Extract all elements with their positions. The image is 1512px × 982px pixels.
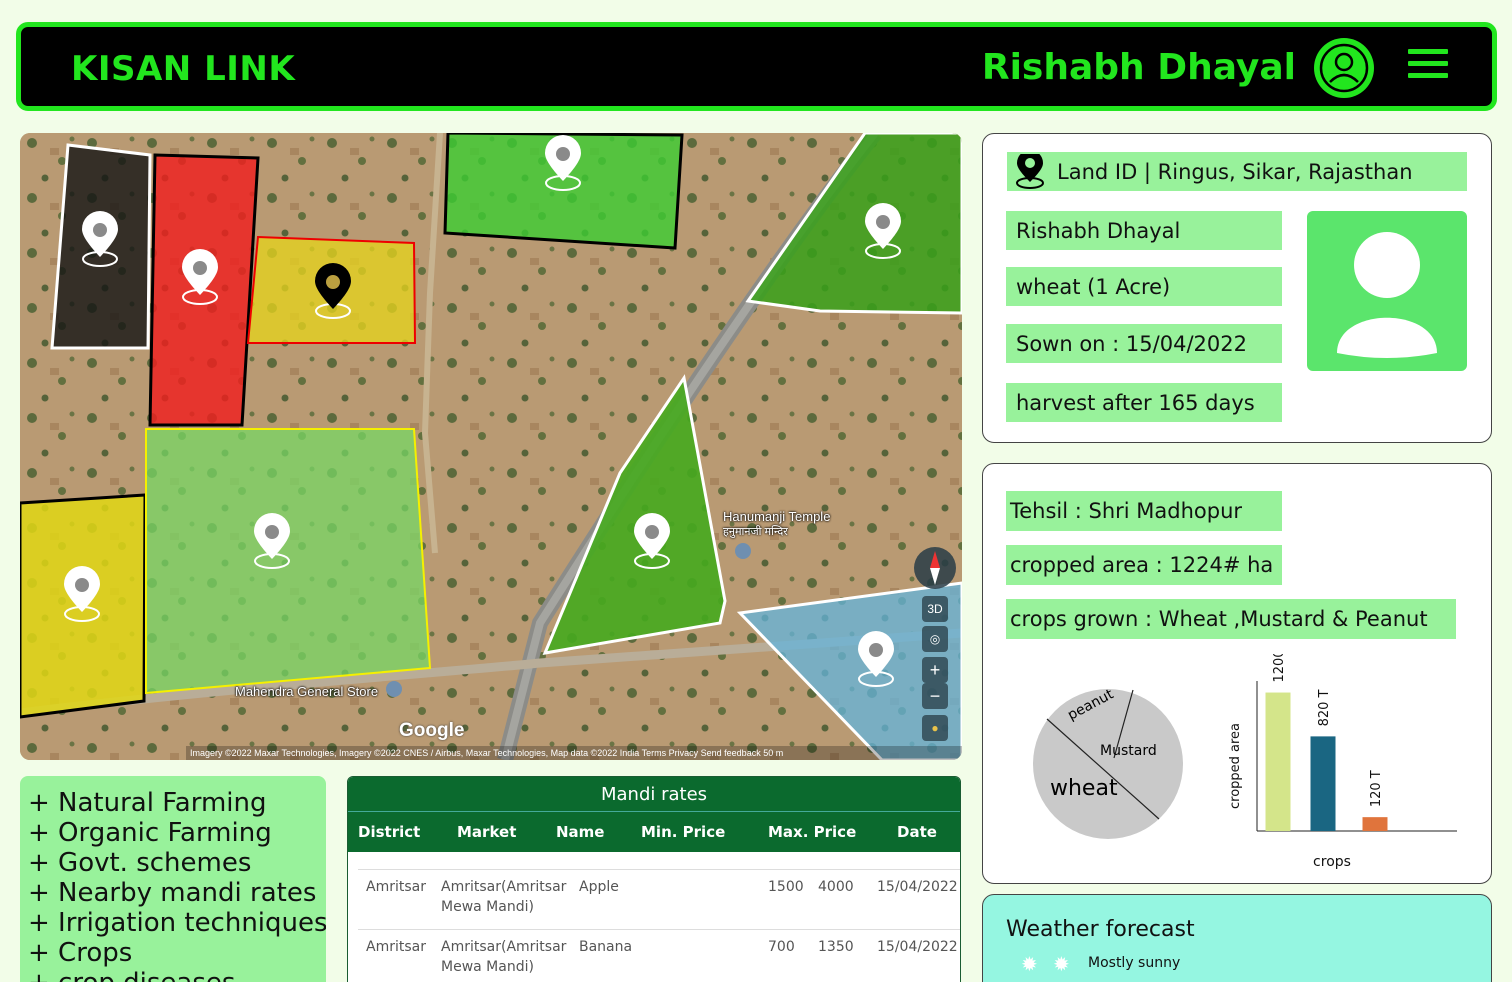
tehsil-info: Tehsil : Shri Madhopur — [1006, 491, 1282, 531]
hamburger-menu-icon[interactable] — [1408, 49, 1448, 81]
pegman-icon[interactable]: ● — [922, 715, 948, 741]
cell-district: Amritsar — [366, 939, 426, 955]
map-zoom-in-button[interactable]: + — [922, 657, 948, 683]
bar — [1362, 817, 1388, 831]
sown-date: Sown on : 15/04/2022 — [1006, 324, 1282, 363]
map-locate-icon[interactable]: ◎ — [922, 626, 948, 652]
quick-links-panel: + Natural Farming + Organic Farming + Go… — [20, 776, 326, 982]
table-row[interactable]: Amritsar Amritsar(Amritsar Mewa Mandi) B… — [358, 929, 960, 982]
cell-district: Amritsar — [366, 879, 426, 895]
land-info-card: Land ID | Ringus, Sikar, Rajasthan Risha… — [982, 133, 1492, 443]
weather-title: Weather forecast — [1006, 917, 1195, 942]
map-label-temple[interactable]: Hanumanji Temple — [723, 509, 830, 524]
link-crops[interactable]: + Crops — [28, 938, 326, 968]
top-header: KISAN LINK Rishabh Dhayal — [16, 22, 1497, 111]
cell-market: Amritsar(Amritsar — [441, 879, 567, 895]
bar — [1310, 736, 1336, 831]
table-header: District Market Name Min. Price Max. Pri… — [348, 812, 960, 852]
link-irrigation-techniques[interactable]: + Irrigation techniques — [28, 908, 326, 938]
mandi-rates-table: Mandi rates District Market Name Min. Pr… — [347, 776, 961, 982]
y-axis-label: cropped area — [1228, 723, 1243, 809]
column-header-min-price[interactable]: Min. Price — [641, 823, 725, 841]
cropped-area-info: cropped area : 1224# ha — [1006, 545, 1282, 585]
cell-date: 15/04/2022 — [877, 879, 958, 895]
column-header-name[interactable]: Name — [556, 823, 604, 841]
map-3d-button[interactable]: 3D — [922, 596, 948, 622]
pie-label-mustard: Mustard — [1100, 743, 1157, 759]
bar-data-label: 820 T — [1317, 689, 1332, 726]
column-header-date[interactable]: Date — [897, 823, 937, 841]
mandi-title: Mandi rates — [348, 777, 960, 812]
map-label-temple-hindi: हनुमानजी मन्दिर — [723, 526, 788, 538]
crop-info: wheat (1 Acre) — [1006, 267, 1282, 306]
brand-logo[interactable]: KISAN LINK — [71, 49, 295, 89]
sun-icon: ✹ — [1021, 952, 1038, 976]
link-nearby-mandi-rates[interactable]: + Nearby mandi rates — [28, 878, 326, 908]
land-location-text: Land ID | Ringus, Sikar, Rajasthan — [1057, 159, 1413, 184]
map-zoom-out-button[interactable]: − — [922, 683, 948, 709]
x-axis-label: crops — [1313, 854, 1351, 870]
cell-market: Mewa Mandi) — [441, 899, 534, 915]
cell-min-price: 700 — [768, 939, 795, 955]
weather-status: Mostly sunny — [1088, 955, 1181, 971]
satellite-map[interactable]: Hanumanji Temple हनुमानजी मन्दिर Mahendr… — [20, 133, 962, 760]
cell-max-price: 1350 — [818, 939, 854, 955]
column-header-market[interactable]: Market — [457, 823, 516, 841]
profile-avatar-icon — [1307, 211, 1467, 371]
crops-grown-info: crops grown : Wheat ,Mustard & Peanut — [1006, 599, 1456, 639]
weather-card[interactable]: Weather forecast ✹ ✹ Mostly sunny — [982, 894, 1492, 982]
location-pin-icon — [1016, 153, 1044, 189]
crop-area-bar-chart: 1200 T 820 T 120 T cropped area crops — [1228, 654, 1457, 870]
column-header-max-price[interactable]: Max. Price — [768, 823, 856, 841]
bar — [1265, 692, 1291, 831]
owner-name: Rishabh Dhayal — [1006, 211, 1282, 250]
link-organic-farming[interactable]: + Organic Farming — [28, 818, 326, 848]
cell-market: Mewa Mandi) — [441, 959, 534, 975]
link-govt-schemes[interactable]: + Govt. schemes — [28, 848, 326, 878]
bar-data-label: 1200 T — [1272, 654, 1287, 683]
google-logo: Google — [399, 720, 465, 741]
region-stats-card: Tehsil : Shri Madhopur cropped area : 12… — [982, 463, 1492, 884]
user-name[interactable]: Rishabh Dhayal — [982, 47, 1296, 88]
cell-min-price: 1500 — [768, 879, 804, 895]
harvest-info: harvest after 165 days — [1006, 383, 1282, 422]
cell-name: Banana — [579, 939, 633, 955]
link-crop-diseases[interactable]: + crop diseases — [28, 968, 326, 982]
sun-icon: ✹ — [1053, 952, 1070, 976]
map-attribution: Imagery ©2022 Maxar Technologies, Imager… — [186, 746, 962, 760]
pie-label-wheat: wheat — [1050, 776, 1118, 801]
map-label-store[interactable]: Mahendra General Store — [235, 684, 378, 699]
user-circle-icon[interactable] — [1314, 38, 1374, 98]
cell-max-price: 4000 — [818, 879, 854, 895]
cell-market: Amritsar(Amritsar — [441, 939, 567, 955]
table-row[interactable]: Amritsar Amritsar(Amritsar Mewa Mandi) A… — [358, 869, 960, 929]
column-header-district[interactable]: District — [358, 823, 420, 841]
cell-date: 15/04/2022 — [877, 939, 958, 955]
cell-name: Apple — [579, 879, 619, 895]
land-location: Land ID | Ringus, Sikar, Rajasthan — [1007, 152, 1467, 191]
link-natural-farming[interactable]: + Natural Farming — [28, 788, 326, 818]
bar-data-label: 120 T — [1369, 770, 1384, 807]
